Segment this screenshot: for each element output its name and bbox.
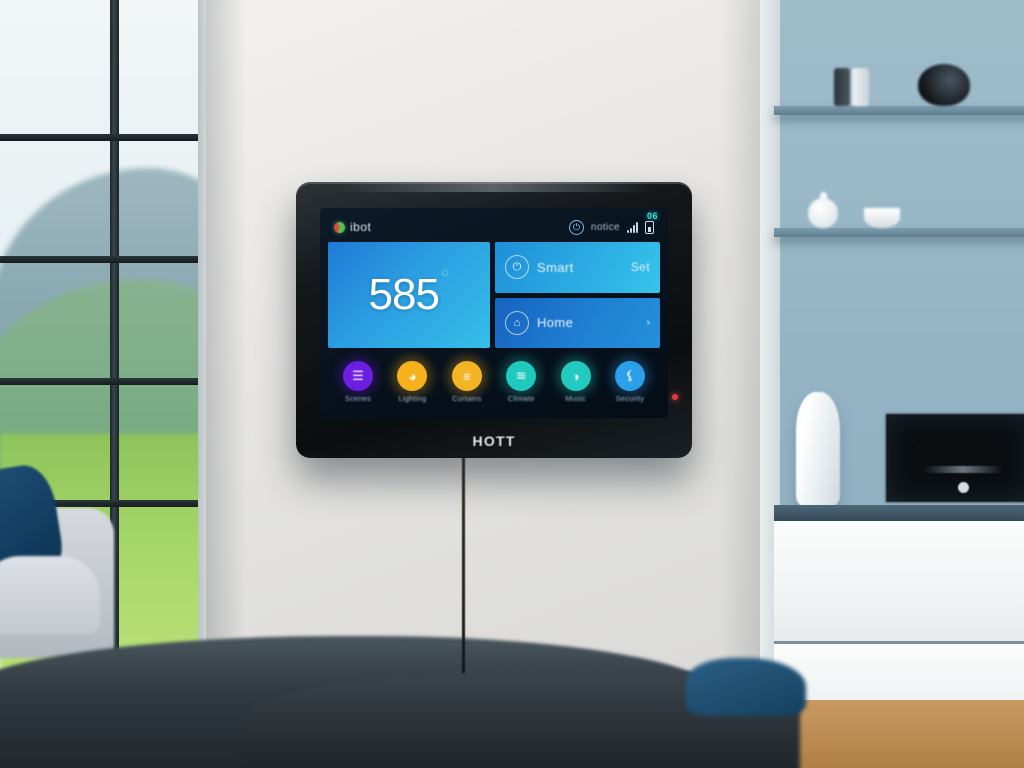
decor-dark-sphere <box>918 64 970 106</box>
smart-home-panel[interactable]: ibot ⏻ notice 06 585 ○ ⏻ Smart Set ⌂ Hom… <box>296 182 692 458</box>
home-tile-label: Home <box>537 315 574 331</box>
window-mullion-horizontal <box>0 256 214 263</box>
tiles-region: 585 ○ ⏻ Smart Set ⌂ Home › <box>328 242 660 348</box>
right-wall <box>760 0 1024 768</box>
shelf-upper <box>774 106 1024 115</box>
signal-bars-icon <box>627 221 638 233</box>
airflow-icon: ≋ <box>506 361 537 391</box>
power-cable <box>462 455 465 673</box>
decor-bowl <box>864 208 900 228</box>
quick-action-label: Lighting <box>398 394 427 403</box>
decor-round-vase <box>808 192 838 228</box>
decor-dark-cylinder <box>834 68 850 106</box>
quick-action-label: Music <box>565 394 586 403</box>
home-tile[interactable]: ⌂ Home › <box>495 297 660 348</box>
mode-tile-value: Set <box>630 260 650 275</box>
quick-action-scenes[interactable]: ☰ Scenes <box>332 361 384 403</box>
power-circle-icon: ⏻ <box>505 255 529 280</box>
window-mullion-horizontal <box>0 378 214 385</box>
shield-icon: ⚸ <box>614 361 645 391</box>
quick-action-label: Scenes <box>344 394 372 403</box>
quick-action-label: Curtains <box>452 394 482 403</box>
battery-icon <box>645 220 654 234</box>
quick-actions-row: ☰ Scenes ◕ Lighting ≡ Curtains ≋ Climate… <box>328 348 660 410</box>
status-text: notice <box>590 221 620 233</box>
foreground-blue-pillow <box>686 658 806 716</box>
screen-glint <box>924 466 1002 473</box>
quick-action-label: Security <box>615 394 645 403</box>
status-badge: 06 <box>646 211 658 221</box>
chevron-right-icon: › <box>646 316 650 329</box>
screen-dot <box>958 482 969 493</box>
mode-tile[interactable]: ⏻ Smart Set <box>495 242 660 293</box>
decor-tall-vase <box>796 392 840 510</box>
quick-action-security[interactable]: ⚸ Security <box>604 361 656 403</box>
cabinet-top <box>774 505 1024 521</box>
quick-action-label: Climate <box>507 394 535 403</box>
quick-action-curtains[interactable]: ≡ Curtains <box>441 361 493 403</box>
temperature-value: 585 <box>368 270 440 319</box>
degree-icon: ○ <box>440 264 450 280</box>
device-brand-label: HOTT <box>472 433 516 449</box>
lamp-icon: ◕ <box>397 361 428 391</box>
tiles-right-column: ⏻ Smart Set ⌂ Home › <box>495 242 660 348</box>
home-circle-icon: ⌂ <box>505 310 529 335</box>
mode-tile-label: Smart <box>537 259 574 275</box>
sofa-arm <box>0 556 100 634</box>
list-icon: ☰ <box>343 361 373 391</box>
speaker-icon: ◑ <box>560 361 591 391</box>
temperature-tile[interactable]: 585 ○ <box>328 242 490 348</box>
brand-dot-icon <box>334 221 345 233</box>
app-brandmark: ibot <box>334 220 371 234</box>
wood-floor <box>774 700 1024 768</box>
window-mullion-horizontal <box>0 134 214 141</box>
panel-screen[interactable]: ibot ⏻ notice 06 585 ○ ⏻ Smart Set ⌂ Hom… <box>320 208 668 418</box>
blinds-icon: ≡ <box>451 361 482 391</box>
bezel-highlight <box>335 182 653 192</box>
cabinet <box>774 521 1024 651</box>
wall-screen <box>884 412 1024 504</box>
quick-action-climate[interactable]: ≋ Climate <box>495 361 547 403</box>
decor-light-cylinder <box>852 68 869 106</box>
shelf-lower <box>774 228 1024 237</box>
quick-action-lighting[interactable]: ◕ Lighting <box>386 361 438 403</box>
status-bar: ibot ⏻ notice 06 <box>328 211 660 240</box>
power-led <box>672 394 678 400</box>
quick-action-music[interactable]: ◑ Music <box>550 361 602 403</box>
status-indicators: ⏻ notice 06 <box>568 211 657 235</box>
brand-name: ibot <box>350 220 372 234</box>
power-icon[interactable]: ⏻ <box>568 219 584 235</box>
